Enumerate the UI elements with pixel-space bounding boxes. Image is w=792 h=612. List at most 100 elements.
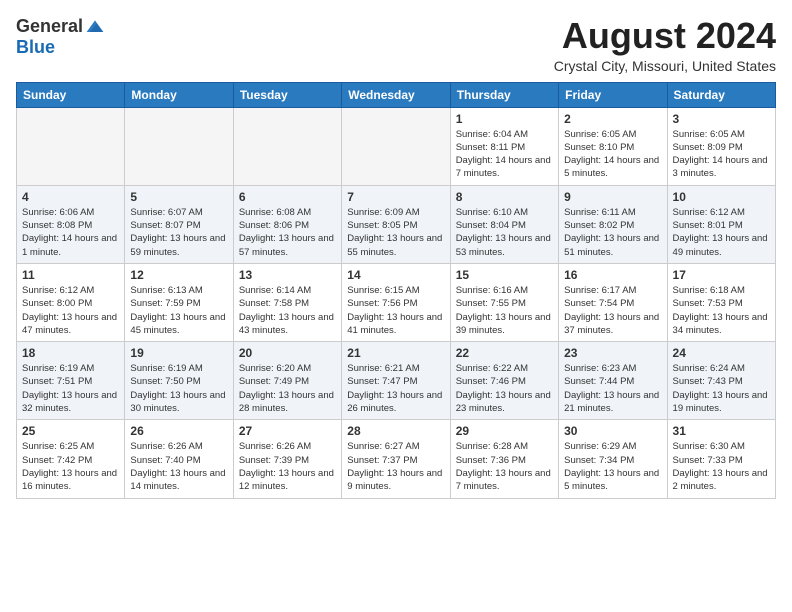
calendar-cell: 5Sunrise: 6:07 AMSunset: 8:07 PMDaylight… (125, 185, 233, 263)
day-number: 3 (673, 112, 770, 126)
day-number: 23 (564, 346, 661, 360)
calendar-cell: 31 Sunrise: 6:30 AMSunset: 7:33 PMDayligh… (667, 420, 775, 498)
calendar-cell: 21 Sunrise: 6:21 AMSunset: 7:47 PMDayligh… (342, 342, 450, 420)
day-number: 27 (239, 424, 336, 438)
day-info: Sunrise: 6:19 AMSunset: 7:50 PMDaylight:… (130, 362, 227, 415)
day-info: Sunrise: 6:04 AMSunset: 8:11 PMDaylight:… (456, 128, 553, 181)
calendar-cell: 20 Sunrise: 6:20 AMSunset: 7:49 PMDayligh… (233, 342, 341, 420)
calendar-cell: 26 Sunrise: 6:26 AMSunset: 7:40 PMDayligh… (125, 420, 233, 498)
weekday-header-monday: Monday (125, 82, 233, 107)
calendar-week-row: 18Sunrise: 6:19 AMSunset: 7:51 PMDayligh… (17, 342, 776, 420)
day-number: 19 (130, 346, 227, 360)
calendar-cell (17, 107, 125, 185)
calendar-cell: 28 Sunrise: 6:27 AMSunset: 7:37 PMDayligh… (342, 420, 450, 498)
calendar-cell: 23 Sunrise: 6:23 AMSunset: 7:44 PMDayligh… (559, 342, 667, 420)
calendar-cell: 22 Sunrise: 6:22 AMSunset: 7:46 PMDayligh… (450, 342, 558, 420)
calendar-cell: 8Sunrise: 6:10 AMSunset: 8:04 PMDaylight… (450, 185, 558, 263)
calendar-cell: 10 Sunrise: 6:12 AMSunset: 8:01 PMDayligh… (667, 185, 775, 263)
calendar-cell (233, 107, 341, 185)
calendar-week-row: 11 Sunrise: 6:12 AMSunset: 8:00 PMDayligh… (17, 263, 776, 341)
calendar-cell: 1 Sunrise: 6:04 AMSunset: 8:11 PMDaylight… (450, 107, 558, 185)
day-number: 17 (673, 268, 770, 282)
calendar-week-row: 4Sunrise: 6:06 AMSunset: 8:08 PMDaylight… (17, 185, 776, 263)
calendar-cell: 17Sunrise: 6:18 AMSunset: 7:53 PMDayligh… (667, 263, 775, 341)
calendar-cell: 16Sunrise: 6:17 AMSunset: 7:54 PMDayligh… (559, 263, 667, 341)
day-number: 2 (564, 112, 661, 126)
calendar-cell: 7Sunrise: 6:09 AMSunset: 8:05 PMDaylight… (342, 185, 450, 263)
day-info: Sunrise: 6:05 AMSunset: 8:09 PMDaylight:… (673, 128, 770, 181)
day-info: Sunrise: 6:25 AMSunset: 7:42 PMDaylight:… (22, 440, 119, 493)
header: General Blue August 2024 Crystal City, M… (16, 16, 776, 74)
day-info: Sunrise: 6:15 AMSunset: 7:56 PMDaylight:… (347, 284, 444, 337)
day-number: 7 (347, 190, 444, 204)
day-number: 15 (456, 268, 553, 282)
calendar-cell: 30Sunrise: 6:29 AMSunset: 7:34 PMDayligh… (559, 420, 667, 498)
logo-blue: Blue (16, 37, 55, 58)
day-info: Sunrise: 6:20 AMSunset: 7:49 PMDaylight:… (239, 362, 336, 415)
calendar-cell: 29 Sunrise: 6:28 AMSunset: 7:36 PMDayligh… (450, 420, 558, 498)
day-number: 22 (456, 346, 553, 360)
calendar-week-row: 1 Sunrise: 6:04 AMSunset: 8:11 PMDaylight… (17, 107, 776, 185)
calendar-cell: 9Sunrise: 6:11 AMSunset: 8:02 PMDaylight… (559, 185, 667, 263)
day-number: 18 (22, 346, 119, 360)
calendar-cell: 11 Sunrise: 6:12 AMSunset: 8:00 PMDayligh… (17, 263, 125, 341)
weekday-header-wednesday: Wednesday (342, 82, 450, 107)
calendar-cell: 14 Sunrise: 6:15 AMSunset: 7:56 PMDayligh… (342, 263, 450, 341)
day-info: Sunrise: 6:22 AMSunset: 7:46 PMDaylight:… (456, 362, 553, 415)
day-number: 11 (22, 268, 119, 282)
weekday-header-friday: Friday (559, 82, 667, 107)
day-info: Sunrise: 6:12 AMSunset: 8:00 PMDaylight:… (22, 284, 119, 337)
day-number: 10 (673, 190, 770, 204)
page: General Blue August 2024 Crystal City, M… (0, 0, 792, 509)
day-number: 14 (347, 268, 444, 282)
weekday-header-sunday: Sunday (17, 82, 125, 107)
day-info: Sunrise: 6:27 AMSunset: 7:37 PMDaylight:… (347, 440, 444, 493)
title-area: August 2024 Crystal City, Missouri, Unit… (554, 16, 776, 74)
calendar-cell: 6 Sunrise: 6:08 AMSunset: 8:06 PMDaylight… (233, 185, 341, 263)
day-number: 21 (347, 346, 444, 360)
day-info: Sunrise: 6:13 AMSunset: 7:59 PMDaylight:… (130, 284, 227, 337)
day-number: 20 (239, 346, 336, 360)
day-info: Sunrise: 6:12 AMSunset: 8:01 PMDaylight:… (673, 206, 770, 259)
calendar-cell: 27 Sunrise: 6:26 AMSunset: 7:39 PMDayligh… (233, 420, 341, 498)
calendar-cell: 18Sunrise: 6:19 AMSunset: 7:51 PMDayligh… (17, 342, 125, 420)
day-info: Sunrise: 6:23 AMSunset: 7:44 PMDaylight:… (564, 362, 661, 415)
day-number: 26 (130, 424, 227, 438)
calendar-cell (125, 107, 233, 185)
calendar-cell: 24Sunrise: 6:24 AMSunset: 7:43 PMDayligh… (667, 342, 775, 420)
day-number: 29 (456, 424, 553, 438)
day-number: 9 (564, 190, 661, 204)
calendar-cell: 4Sunrise: 6:06 AMSunset: 8:08 PMDaylight… (17, 185, 125, 263)
day-number: 25 (22, 424, 119, 438)
calendar-cell: 12 Sunrise: 6:13 AMSunset: 7:59 PMDayligh… (125, 263, 233, 341)
calendar-week-row: 25 Sunrise: 6:25 AMSunset: 7:42 PMDayligh… (17, 420, 776, 498)
day-info: Sunrise: 6:14 AMSunset: 7:58 PMDaylight:… (239, 284, 336, 337)
logo-general: General (16, 16, 83, 37)
calendar-cell: 19 Sunrise: 6:19 AMSunset: 7:50 PMDayligh… (125, 342, 233, 420)
weekday-header-tuesday: Tuesday (233, 82, 341, 107)
day-number: 6 (239, 190, 336, 204)
location: Crystal City, Missouri, United States (554, 58, 776, 74)
day-number: 1 (456, 112, 553, 126)
day-info: Sunrise: 6:21 AMSunset: 7:47 PMDaylight:… (347, 362, 444, 415)
day-info: Sunrise: 6:05 AMSunset: 8:10 PMDaylight:… (564, 128, 661, 181)
day-number: 28 (347, 424, 444, 438)
day-info: Sunrise: 6:26 AMSunset: 7:40 PMDaylight:… (130, 440, 227, 493)
logo: General Blue (16, 16, 105, 58)
day-info: Sunrise: 6:16 AMSunset: 7:55 PMDaylight:… (456, 284, 553, 337)
day-info: Sunrise: 6:28 AMSunset: 7:36 PMDaylight:… (456, 440, 553, 493)
day-info: Sunrise: 6:30 AMSunset: 7:33 PMDaylight:… (673, 440, 770, 493)
calendar-cell: 25 Sunrise: 6:25 AMSunset: 7:42 PMDayligh… (17, 420, 125, 498)
day-info: Sunrise: 6:26 AMSunset: 7:39 PMDaylight:… (239, 440, 336, 493)
weekday-header-saturday: Saturday (667, 82, 775, 107)
day-number: 4 (22, 190, 119, 204)
day-number: 16 (564, 268, 661, 282)
calendar-cell: 15 Sunrise: 6:16 AMSunset: 7:55 PMDayligh… (450, 263, 558, 341)
day-number: 8 (456, 190, 553, 204)
day-number: 31 (673, 424, 770, 438)
day-info: Sunrise: 6:08 AMSunset: 8:06 PMDaylight:… (239, 206, 336, 259)
weekday-header-row: SundayMondayTuesdayWednesdayThursdayFrid… (17, 82, 776, 107)
day-number: 12 (130, 268, 227, 282)
day-number: 5 (130, 190, 227, 204)
day-number: 30 (564, 424, 661, 438)
